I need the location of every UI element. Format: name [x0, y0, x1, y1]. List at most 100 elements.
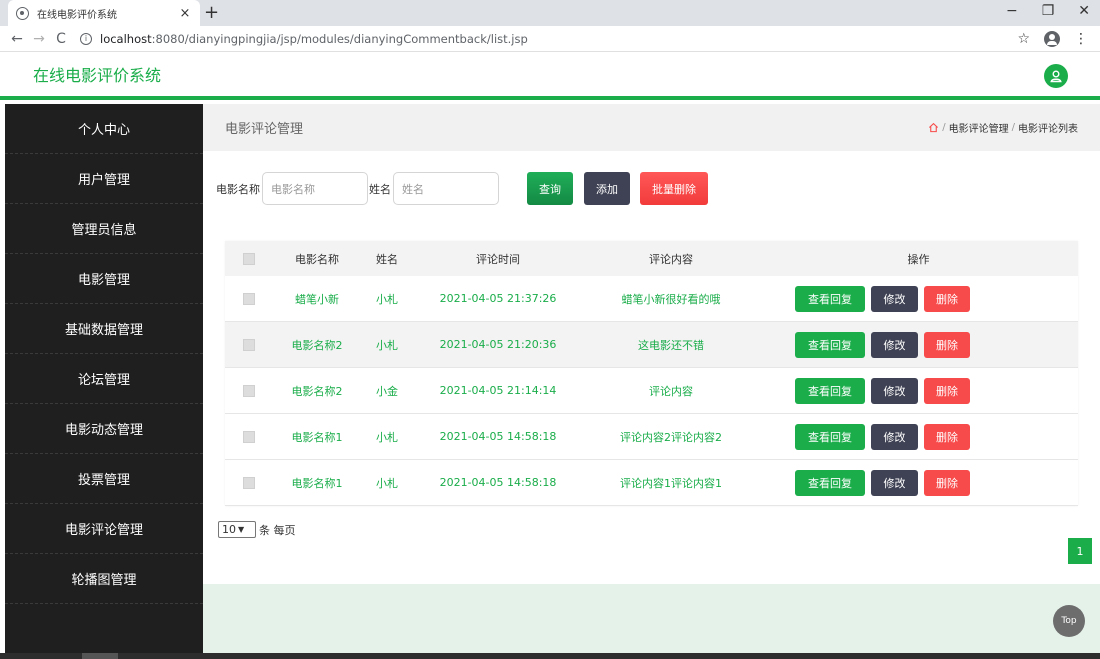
sidebar-item-voting[interactable]: 投票管理	[5, 454, 203, 504]
row-checkbox[interactable]	[243, 292, 255, 305]
delete-button[interactable]: 删除	[924, 377, 970, 404]
cell-user: 小札	[376, 476, 398, 490]
os-taskbar	[0, 653, 1100, 659]
edit-button[interactable]: 修改	[871, 285, 918, 312]
sidebar-item-admin-info[interactable]: 管理员信息	[5, 204, 203, 254]
page-header: 电影评论管理 / 电影评论管理 / 电影评论列表	[203, 104, 1100, 151]
browser-tab[interactable]: 在线电影评价系统 ×	[8, 0, 200, 26]
window-controls: − ❐ ✕	[1006, 3, 1090, 19]
movie-name-label: 电影名称	[216, 182, 260, 196]
select-all-checkbox[interactable]	[243, 252, 255, 265]
sidebar-item-movie-management[interactable]: 电影管理	[5, 254, 203, 304]
table-row: 电影名称1 小札 2021-04-05 14:58:18 评论内容2评论内容2 …	[225, 414, 1078, 460]
page-size-control: 10 ▼ 条 每页	[218, 521, 296, 538]
header-movie[interactable]: 电影名称	[273, 251, 361, 267]
chevron-down-icon: ▼	[238, 525, 245, 534]
view-reply-button[interactable]: 查看回复	[795, 285, 865, 312]
cell-time: 2021-04-05 21:37:26	[439, 292, 557, 305]
edit-button[interactable]: 修改	[871, 377, 918, 404]
cell-movie: 蜡笔小新	[295, 292, 339, 306]
window-close-icon[interactable]: ✕	[1078, 3, 1090, 19]
add-button[interactable]: 添加	[584, 172, 630, 205]
row-checkbox[interactable]	[243, 338, 255, 351]
header-ops: 操作	[907, 252, 930, 266]
cell-content: 评论内容	[649, 384, 693, 398]
comments-table: 电影名称 姓名 评论时间 评论内容 操作 蜡笔小新 小札 2021-04-05 …	[225, 241, 1078, 506]
table-row: 电影名称2 小金 2021-04-05 21:14:14 评论内容 查看回复 修…	[225, 368, 1078, 414]
header-user[interactable]: 姓名	[361, 251, 413, 267]
cell-time: 2021-04-05 21:14:14	[439, 384, 557, 397]
cell-content: 评论内容1评论内容1	[620, 476, 722, 490]
sidebar-item-movie-news[interactable]: 电影动态管理	[5, 404, 203, 454]
url-text: localhost:8080/dianyingpingjia/jsp/modul…	[100, 31, 528, 46]
query-button[interactable]: 查询	[527, 172, 573, 205]
table-row: 蜡笔小新 小札 2021-04-05 21:37:26 蜡笔小新很好看的哦 查看…	[225, 276, 1078, 322]
cell-content: 蜡笔小新很好看的哦	[621, 292, 721, 306]
batch-delete-button[interactable]: 批量删除	[640, 172, 708, 205]
search-form: 电影名称 电影名称 姓名 姓名 查询 添加 批量删除	[216, 172, 708, 205]
delete-button[interactable]: 删除	[924, 469, 970, 496]
back-to-top-button[interactable]: Top	[1053, 605, 1085, 637]
user-avatar-icon[interactable]	[1044, 64, 1068, 88]
cell-user: 小札	[376, 292, 398, 306]
per-page-label: 条 每页	[259, 523, 296, 537]
cell-time: 2021-04-05 21:20:36	[439, 338, 557, 351]
forward-icon[interactable]: →	[30, 31, 48, 47]
sidebar-item-user-management[interactable]: 用户管理	[5, 154, 203, 204]
reload-icon[interactable]: C	[52, 31, 70, 47]
breadcrumb-item[interactable]: 电影评论管理	[949, 120, 1009, 135]
sidebar-item-carousel[interactable]: 轮播图管理	[5, 554, 203, 604]
edit-button[interactable]: 修改	[871, 331, 918, 358]
site-info-icon[interactable]: i	[80, 32, 92, 45]
view-reply-button[interactable]: 查看回复	[795, 423, 865, 450]
cell-movie: 电影名称1	[291, 476, 343, 490]
header-time[interactable]: 评论时间	[413, 251, 583, 267]
user-name-input[interactable]: 姓名	[393, 172, 499, 205]
page-title: 电影评论管理	[225, 122, 304, 137]
menu-kebab-icon[interactable]: ⋮	[1074, 31, 1088, 47]
sidebar-item-forum[interactable]: 论坛管理	[5, 354, 203, 404]
breadcrumb: / 电影评论管理 / 电影评论列表	[928, 120, 1078, 135]
tab-title: 在线电影评价系统	[37, 9, 117, 21]
sidebar-item-movie-comments[interactable]: 电影评论管理	[5, 504, 203, 554]
delete-button[interactable]: 删除	[924, 423, 970, 450]
maximize-icon[interactable]: ❐	[1042, 3, 1055, 19]
cell-user: 小札	[376, 430, 398, 444]
view-reply-button[interactable]: 查看回复	[795, 469, 865, 496]
row-checkbox[interactable]	[243, 430, 255, 443]
account-icon[interactable]	[1044, 30, 1060, 47]
cell-user: 小札	[376, 338, 398, 352]
cell-time: 2021-04-05 14:58:18	[439, 476, 557, 489]
row-checkbox[interactable]	[243, 476, 255, 489]
view-reply-button[interactable]: 查看回复	[795, 331, 865, 358]
header-content[interactable]: 评论内容	[583, 251, 759, 267]
minimize-icon[interactable]: −	[1006, 3, 1018, 19]
sidebar-item-base-data[interactable]: 基础数据管理	[5, 304, 203, 354]
cell-user: 小金	[376, 384, 398, 398]
footer-band	[203, 584, 1100, 653]
app-header: 在线电影评价系统	[0, 52, 1100, 100]
tab-close-icon[interactable]: ×	[178, 6, 192, 21]
edit-button[interactable]: 修改	[871, 423, 918, 450]
row-checkbox[interactable]	[243, 384, 255, 397]
bookmark-star-icon[interactable]: ☆	[1017, 31, 1030, 47]
delete-button[interactable]: 删除	[924, 285, 970, 312]
back-icon[interactable]: ←	[8, 31, 26, 47]
cell-content: 评论内容2评论内容2	[620, 430, 722, 444]
new-tab-button[interactable]: +	[204, 2, 219, 23]
movie-name-input[interactable]: 电影名称	[262, 172, 368, 205]
sidebar-item-personal-center[interactable]: 个人中心	[5, 104, 203, 154]
cell-content: 这电影还不错	[638, 338, 704, 352]
view-reply-button[interactable]: 查看回复	[795, 377, 865, 404]
delete-button[interactable]: 删除	[924, 331, 970, 358]
edit-button[interactable]: 修改	[871, 469, 918, 496]
table-row: 电影名称1 小札 2021-04-05 14:58:18 评论内容1评论内容1 …	[225, 460, 1078, 506]
url-box[interactable]: i localhost:8080/dianyingpingjia/jsp/mod…	[80, 28, 1017, 50]
page-number-button[interactable]: 1	[1068, 538, 1092, 564]
browser-tabbar: 在线电影评价系统 × + − ❐ ✕	[0, 0, 1100, 26]
home-icon[interactable]	[928, 122, 939, 133]
cell-movie: 电影名称2	[291, 384, 343, 398]
user-name-label: 姓名	[369, 182, 391, 196]
site-favicon-icon	[16, 6, 29, 20]
page-size-select[interactable]: 10 ▼	[218, 521, 256, 538]
